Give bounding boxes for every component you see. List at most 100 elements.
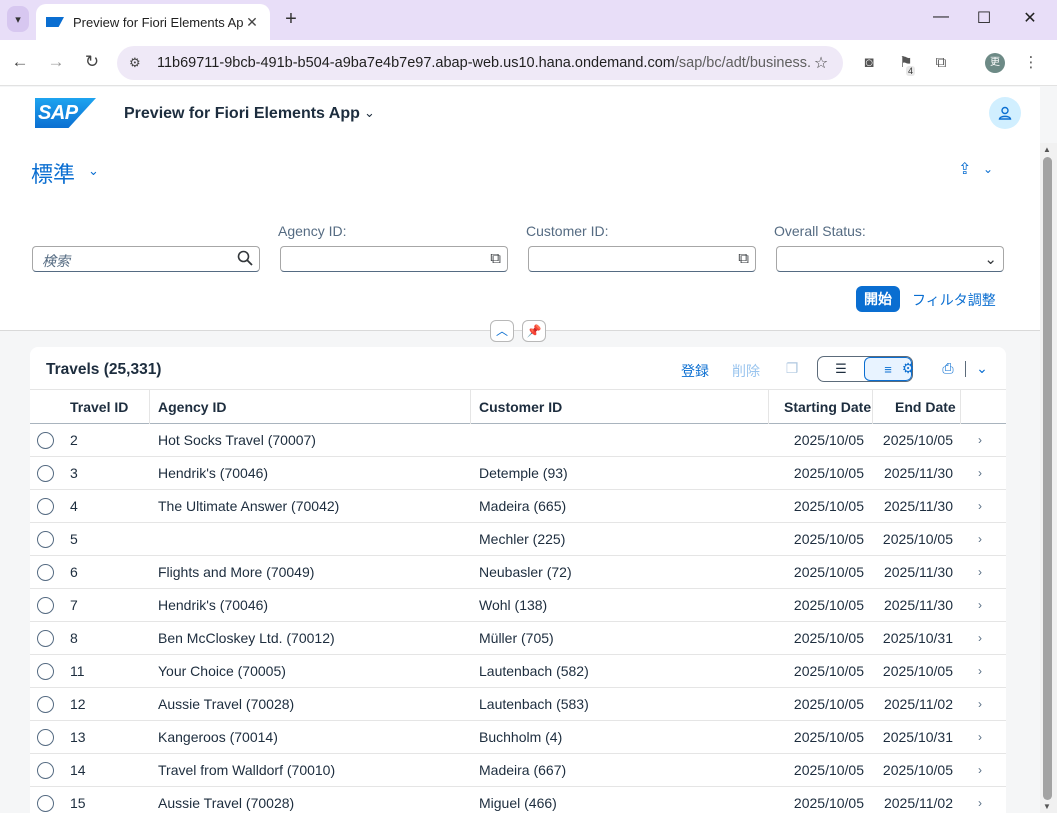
user-profile-button[interactable] [989, 97, 1021, 129]
row-select-radio[interactable] [37, 729, 54, 746]
cell-customer-id: Madeira (665) [479, 498, 567, 514]
table-row[interactable]: 6 Flights and More (70049) Neubasler (72) 2… [30, 556, 1006, 589]
table-row[interactable]: 7 Hendrik's (70046) Wohl (138) 2025/10/05 20… [30, 589, 1006, 622]
chevron-down-icon[interactable]: ⌄ [88, 163, 99, 179]
row-navigation-chevron-icon[interactable]: › [978, 589, 982, 622]
table-row[interactable]: 14 Travel from Walldorf (70010) Madeira (6… [30, 754, 1006, 787]
table-row[interactable]: 5 Mechler (225) 2025/10/05 2025/10/05 › [30, 523, 1006, 556]
url-field[interactable]: ⚙ 11b69711-9bcb-491b-b504-a9ba7e4b7e97.a… [117, 46, 843, 80]
extensions-puzzle-icon[interactable]: ⧉ [930, 52, 952, 74]
menu-kebab-icon[interactable]: ⋮ [1020, 52, 1042, 74]
go-button[interactable]: 開始 [856, 286, 900, 312]
value-help-icon[interactable]: ⧉ [738, 250, 749, 267]
row-navigation-chevron-icon[interactable]: › [978, 457, 982, 490]
row-select-radio[interactable] [37, 795, 54, 812]
table-row[interactable]: 15 Aussie Travel (70028) Miguel (466) 2025/… [30, 787, 1006, 813]
tab-search-button[interactable]: ▾ [7, 6, 29, 32]
table-row[interactable]: 12 Aussie Travel (70028) Lautenbach (583) 2… [30, 688, 1006, 721]
cell-travel-id: 15 [70, 795, 86, 811]
customer-id-field[interactable]: ⧉ [528, 246, 756, 272]
table-title: Travels (25,331) [46, 361, 162, 378]
table-row[interactable]: 3 Hendrik's (70046) Detemple (93) 2025/10/0… [30, 457, 1006, 490]
settings-gear-icon[interactable]: ⚙ [896, 357, 920, 379]
url-text[interactable]: 11b69711-9bcb-491b-b504-a9ba7e4b7e97.aba… [157, 55, 811, 71]
variant-selector[interactable]: 標準 [31, 157, 75, 189]
row-select-radio[interactable] [37, 762, 54, 779]
row-navigation-chevron-icon[interactable]: › [978, 490, 982, 523]
cell-starting-date: 2025/10/05 [793, 663, 864, 679]
column-starting-date[interactable]: Starting Date [776, 390, 871, 424]
reload-icon[interactable]: ↻ [80, 50, 104, 74]
search-icon[interactable] [237, 250, 253, 270]
minimize-icon[interactable]: — [929, 8, 953, 26]
copy-icon[interactable]: ❐ [780, 357, 804, 379]
search-input[interactable]: 検索 [32, 246, 260, 272]
condensed-view-icon[interactable]: ☰ [818, 357, 864, 381]
row-select-radio[interactable] [37, 465, 54, 482]
row-navigation-chevron-icon[interactable]: › [978, 754, 982, 787]
filter-bar: 標準 ⌄ ⇪ ⌄ Agency ID: Customer ID: Overall… [0, 143, 1040, 331]
chevron-down-icon[interactable]: ⌄ [983, 162, 993, 176]
agency-id-field[interactable]: ⧉ [280, 246, 508, 272]
back-arrow-icon[interactable]: ← [8, 50, 32, 74]
row-select-radio[interactable] [37, 432, 54, 449]
row-navigation-chevron-icon[interactable]: › [978, 655, 982, 688]
site-info-icon[interactable]: ⚙ [129, 55, 149, 71]
row-navigation-chevron-icon[interactable]: › [978, 688, 982, 721]
create-button[interactable]: 登録 [681, 361, 709, 381]
table-row[interactable]: 4 The Ultimate Answer (70042) Madeira (665… [30, 490, 1006, 523]
scroll-up-arrow-icon[interactable]: ▲ [1043, 145, 1051, 154]
column-agency-id[interactable]: Agency ID [150, 390, 226, 424]
cell-starting-date: 2025/10/05 [793, 729, 864, 745]
camera-icon[interactable]: ◙ [858, 52, 880, 74]
row-select-radio[interactable] [37, 531, 54, 548]
bookmark-star-icon[interactable]: ☆ [811, 53, 831, 73]
column-divider [768, 390, 769, 424]
row-select-radio[interactable] [37, 696, 54, 713]
table-row[interactable]: 8 Ben McCloskey Ltd. (70012) Müller (705) 2… [30, 622, 1006, 655]
pin-header-icon[interactable]: 📌 [522, 320, 546, 342]
cell-end-date: 2025/10/05 [882, 432, 953, 448]
maximize-icon[interactable]: ☐ [972, 8, 996, 28]
row-navigation-chevron-icon[interactable]: › [978, 721, 982, 754]
row-navigation-chevron-icon[interactable]: › [978, 787, 982, 813]
scrollbar-thumb[interactable] [1043, 157, 1052, 800]
row-select-radio[interactable] [37, 630, 54, 647]
row-navigation-chevron-icon[interactable]: › [978, 523, 982, 556]
row-select-radio[interactable] [37, 564, 54, 581]
sap-logo[interactable]: SAP [35, 98, 96, 128]
new-tab-button[interactable]: + [280, 8, 302, 30]
export-icon[interactable]: ⎙ [936, 357, 960, 379]
row-navigation-chevron-icon[interactable]: › [978, 556, 982, 589]
value-help-icon[interactable]: ⧉ [490, 250, 501, 267]
row-navigation-chevron-icon[interactable]: › [978, 622, 982, 655]
tab-close-icon[interactable]: ✕ [244, 14, 260, 31]
table-row[interactable]: 13 Kangeroos (70014) Buchholm (4) 2025/10/0… [30, 721, 1006, 754]
cell-starting-date: 2025/10/05 [793, 762, 864, 778]
scroll-down-arrow-icon[interactable]: ▼ [1043, 802, 1051, 811]
cell-travel-id: 4 [70, 498, 78, 514]
browser-tab[interactable]: Preview for Fiori Elements App ✕ [36, 4, 270, 40]
column-travel-id[interactable]: Travel ID [62, 390, 128, 424]
row-select-radio[interactable] [37, 498, 54, 515]
column-end-date[interactable]: End Date [887, 390, 956, 424]
adapt-filters-button[interactable]: フィルタ調整 [912, 290, 996, 310]
share-icon[interactable]: ⇪ [958, 159, 971, 179]
row-select-radio[interactable] [37, 597, 54, 614]
chevron-down-icon[interactable]: ⌄ [984, 250, 997, 268]
row-navigation-chevron-icon[interactable]: › [978, 424, 982, 457]
browser-profile-avatar[interactable]: 更 [985, 53, 1005, 73]
chevron-down-icon[interactable]: ⌄ [364, 105, 375, 121]
row-select-radio[interactable] [37, 663, 54, 680]
collapse-header-icon[interactable]: ︿ [490, 320, 514, 342]
overall-status-select[interactable]: ⌄ [776, 246, 1004, 272]
table-row[interactable]: 11 Your Choice (70005) Lautenbach (582) 202… [30, 655, 1006, 688]
forward-arrow-icon[interactable]: → [44, 50, 68, 74]
table-row[interactable]: 2 Hot Socks Travel (70007) 2025/10/05 2025/… [30, 424, 1006, 457]
cell-starting-date: 2025/10/05 [793, 498, 864, 514]
delete-button[interactable]: 削除 [732, 361, 760, 381]
column-customer-id[interactable]: Customer ID [471, 390, 562, 424]
window-close-icon[interactable]: ✕ [1018, 8, 1042, 28]
chevron-down-icon[interactable]: ⌄ [970, 357, 994, 379]
app-title[interactable]: Preview for Fiori Elements App [124, 105, 360, 123]
